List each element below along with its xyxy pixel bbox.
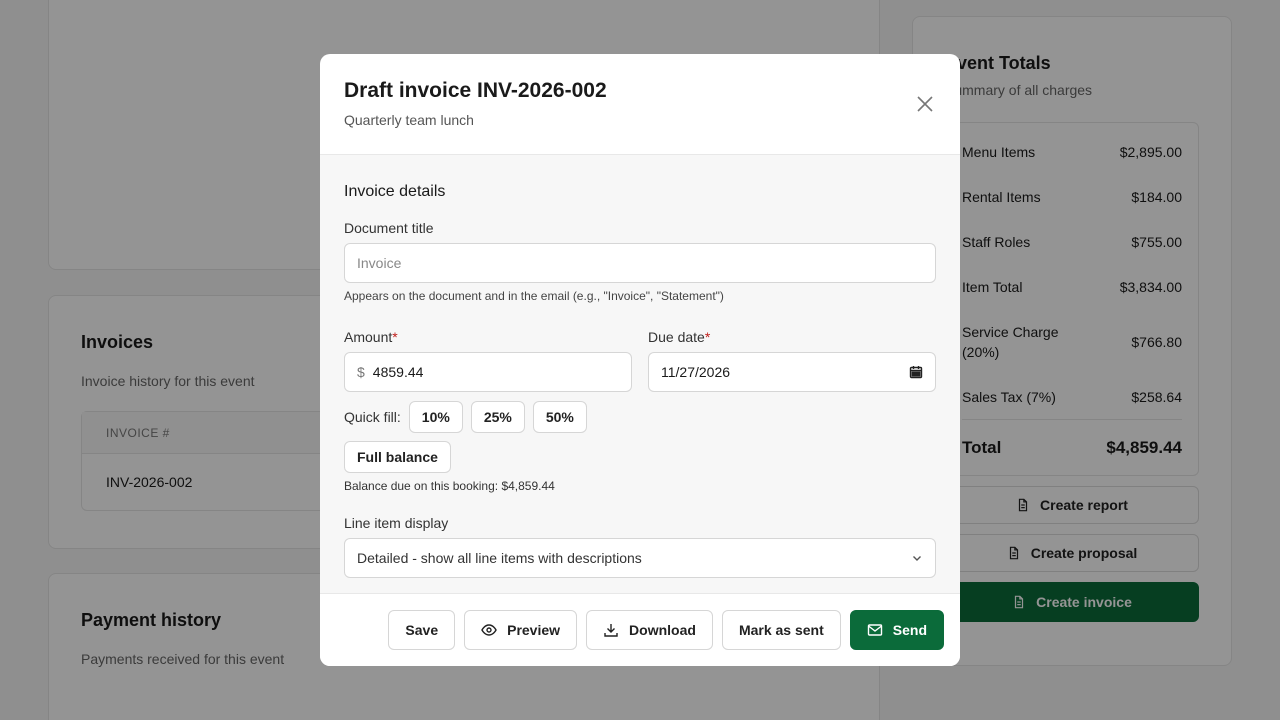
due-date-value: 11/27/2026 (661, 364, 731, 380)
preview-button[interactable]: Preview (464, 610, 578, 650)
draft-invoice-dialog: Draft invoice INV-2026-002 Quarterly tea… (320, 54, 960, 666)
save-label: Save (405, 622, 439, 638)
amount-value: 4859.44 (372, 364, 424, 380)
line-item-display-select[interactable]: Detailed - show all line items with desc… (344, 538, 936, 578)
quick-fill-50-button[interactable]: 50% (532, 401, 587, 433)
required-marker: * (392, 329, 398, 345)
mail-icon (867, 624, 882, 636)
balance-due-note: Balance due on this booking: $4,859.44 (344, 479, 555, 493)
mark-as-sent-label: Mark as sent (738, 622, 824, 638)
document-title-input[interactable]: Invoice (344, 243, 936, 283)
line-item-display-value: Detailed - show all line items with desc… (357, 550, 642, 566)
required-marker: * (704, 329, 711, 345)
download-button[interactable]: Download (586, 610, 713, 650)
quick-fill-row: Quick fill: 10% 25% 50% (344, 401, 936, 433)
document-title-placeholder: Invoice (357, 255, 402, 271)
dialog-subtitle: Quarterly team lunch (344, 112, 474, 128)
full-balance-button[interactable]: Full balance (344, 441, 451, 473)
save-button[interactable]: Save (388, 610, 456, 650)
close-icon[interactable] (916, 95, 934, 113)
eye-icon (481, 624, 497, 636)
quick-fill-25-button[interactable]: 25% (470, 401, 525, 433)
mark-as-sent-button[interactable]: Mark as sent (721, 610, 841, 650)
dialog-title: Draft invoice INV-2026-002 (344, 79, 607, 102)
quick-fill-10-button[interactable]: 10% (408, 401, 463, 433)
section-title: Invoice details (344, 183, 446, 200)
chevron-down-icon (913, 556, 921, 561)
calendar-icon[interactable] (909, 365, 923, 379)
line-item-display-label: Line item display (344, 515, 449, 531)
due-date-input[interactable]: 11/27/2026 (648, 352, 936, 392)
currency-prefix: $ (357, 364, 365, 380)
send-label: Send (892, 622, 927, 638)
amount-label: Amount (344, 329, 393, 345)
dialog-header: Draft invoice INV-2026-002 Quarterly tea… (320, 54, 960, 155)
download-icon (604, 624, 618, 637)
amount-input[interactable]: $ 4859.44 (344, 352, 632, 392)
preview-label: Preview (507, 622, 561, 638)
dialog-body: Invoice details Document title Invoice A… (320, 155, 960, 593)
due-date-label: Due date (648, 329, 705, 345)
send-button[interactable]: Send (849, 610, 944, 650)
document-title-label: Document title (344, 220, 434, 236)
document-title-help: Appears on the document and in the email… (344, 289, 724, 303)
download-label: Download (629, 622, 696, 638)
quick-fill-label: Quick fill: (344, 409, 401, 425)
dialog-footer: Save Preview Download Mark as sent Send (320, 593, 960, 666)
